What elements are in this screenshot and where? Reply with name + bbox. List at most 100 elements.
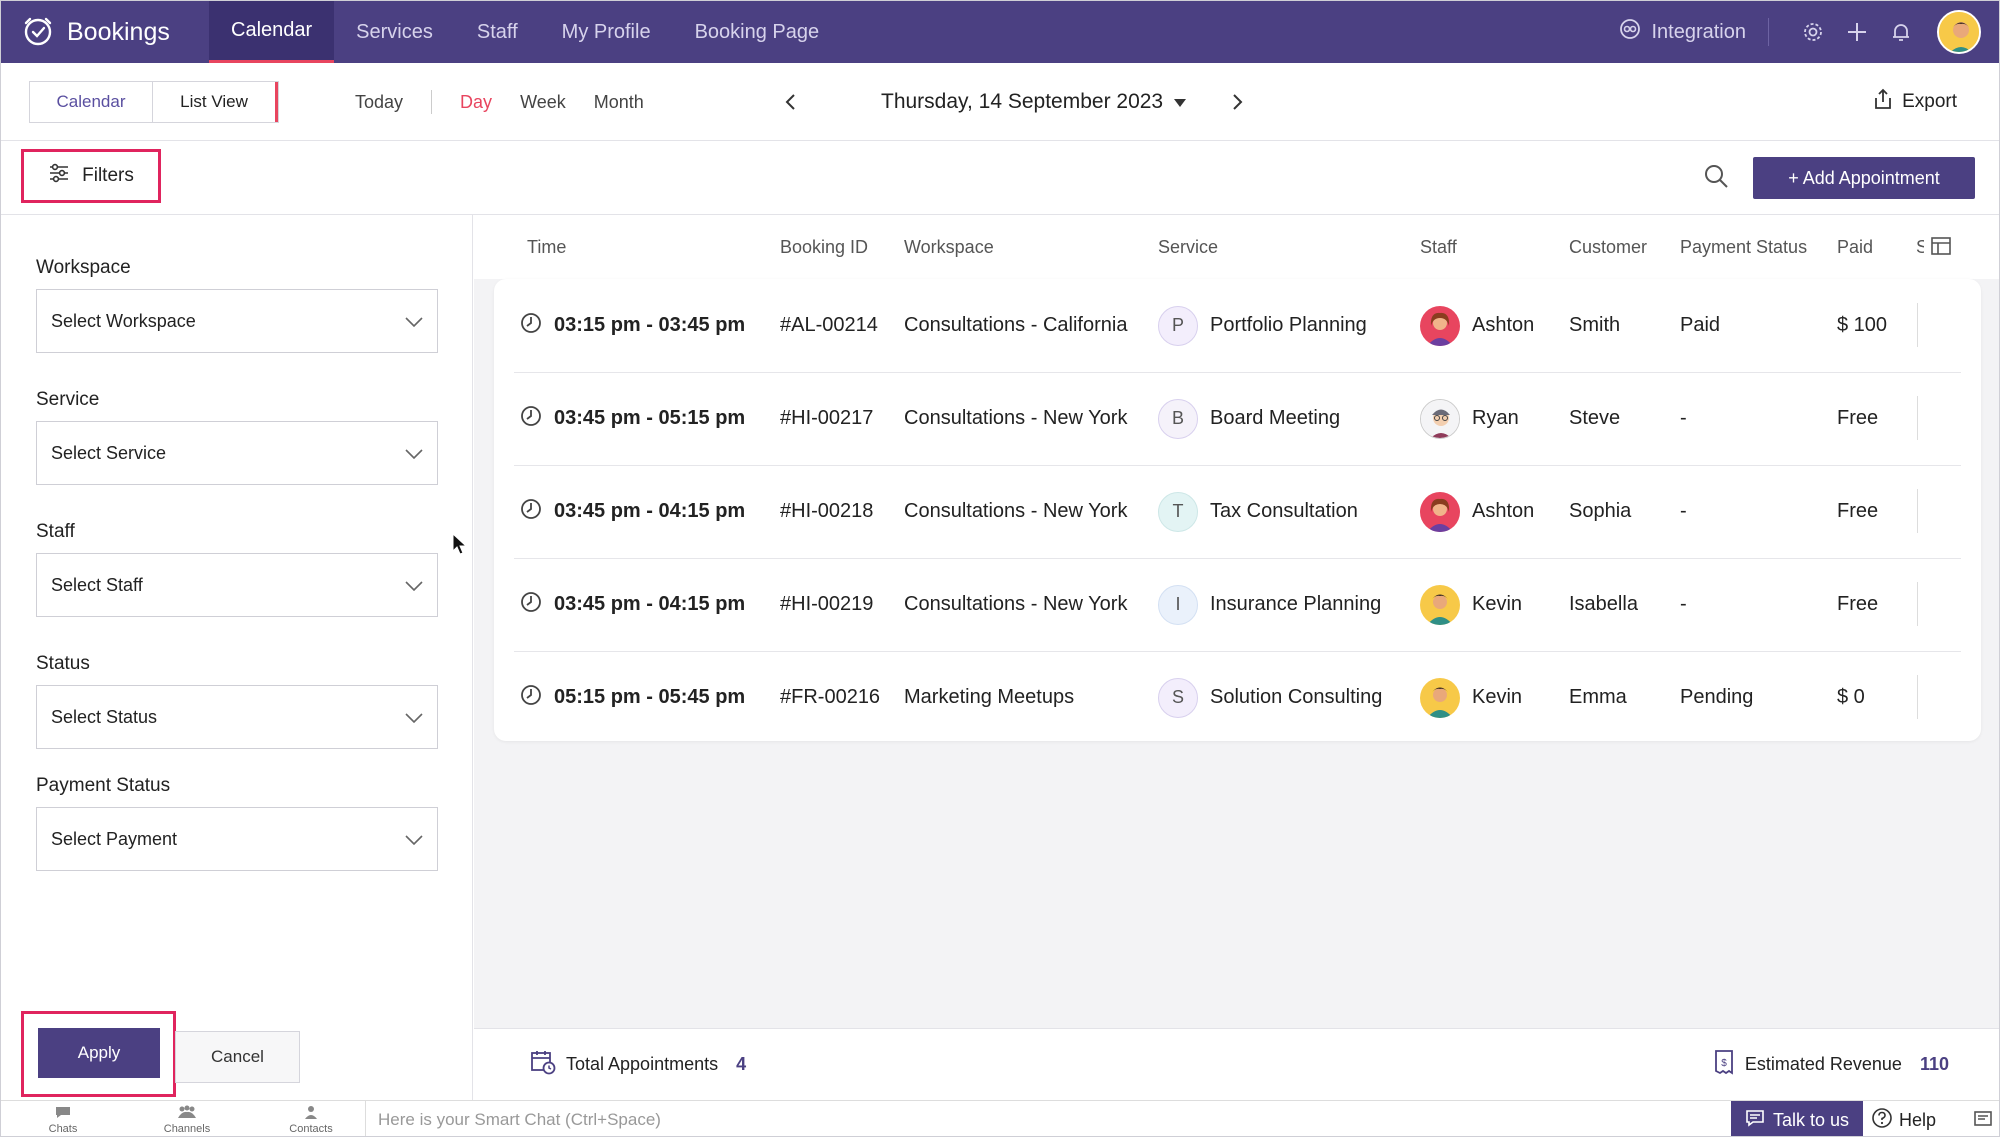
estimated-revenue: $ Estimated Revenue 110 (1713, 1049, 1949, 1080)
staff-label: Staff (36, 521, 75, 542)
list-view-button[interactable]: List View (153, 82, 278, 122)
period-selector: Today Day Week Month (341, 81, 658, 123)
payment-select-value: Select Payment (51, 828, 178, 849)
table-row[interactable]: 03:15 pm - 03:45 pm #AL-00214 Consultati… (494, 279, 1981, 372)
workspace-select[interactable]: Select Workspace (36, 289, 438, 353)
month-tab[interactable]: Month (580, 92, 658, 113)
previous-date-button[interactable] (771, 82, 811, 122)
channels-button[interactable]: Channels (125, 1105, 249, 1135)
estimated-revenue-value: 110 (1919, 1054, 1949, 1074)
status-select[interactable]: Select Status (36, 685, 438, 749)
nav-staff[interactable]: Staff (455, 1, 540, 63)
column-header-service[interactable]: Service (1158, 237, 1218, 258)
payment-status-label: Payment Status (36, 775, 171, 796)
table-row[interactable]: 03:45 pm - 04:15 pm #HI-00219 Consultati… (494, 558, 1981, 651)
table-row[interactable]: 03:45 pm - 04:15 pm #HI-00218 Consultati… (494, 465, 1981, 558)
nav-booking-page[interactable]: Booking Page (673, 1, 842, 63)
staff-avatar (1420, 491, 1460, 532)
export-icon (1872, 88, 1894, 116)
service-select[interactable]: Select Service (36, 421, 438, 485)
nav-services[interactable]: Services (334, 1, 455, 63)
divider (431, 90, 433, 114)
customer-name: Sophia (1569, 500, 1632, 522)
booking-id[interactable]: #HI-00217 (780, 407, 873, 430)
booking-id[interactable]: #FR-00216 (780, 686, 880, 709)
column-header-staff[interactable]: Staff (1420, 237, 1457, 258)
chevron-down-icon (405, 707, 423, 728)
column-header-time[interactable]: Time (527, 237, 566, 258)
divider (1917, 396, 1918, 440)
contact-icon (303, 1105, 319, 1122)
sliders-icon (48, 163, 70, 189)
service-name: Insurance Planning (1210, 593, 1382, 615)
table-row[interactable]: 05:15 pm - 05:45 pm #FR-00216 Marketing … (494, 651, 1981, 744)
payment-status-select[interactable]: Select Payment (36, 807, 438, 871)
calendar-view-button[interactable]: Calendar (30, 82, 153, 122)
column-header-workspace[interactable]: Workspace (904, 237, 994, 258)
status-label: Status (36, 653, 90, 674)
brand[interactable]: Bookings (21, 1, 170, 63)
gear-icon[interactable] (1791, 10, 1835, 54)
top-right-actions: Integration (1619, 1, 1981, 63)
paid-amount: Free (1837, 593, 1879, 615)
booking-id[interactable]: #AL-00214 (780, 314, 878, 337)
column-header-booking-id[interactable]: Booking ID (780, 237, 868, 258)
today-button[interactable]: Today (341, 92, 417, 113)
column-header-paid[interactable]: Paid (1837, 237, 1873, 258)
integration-link[interactable]: Integration (1619, 18, 1769, 46)
plus-icon[interactable] (1835, 10, 1879, 54)
view-toggle: Calendar List View (29, 81, 279, 123)
add-appointment-button[interactable]: + Add Appointment (1753, 157, 1975, 199)
apply-highlight: Apply (21, 1011, 176, 1097)
contacts-button[interactable]: Contacts (249, 1105, 373, 1135)
nav-calendar[interactable]: Calendar (209, 1, 335, 63)
export-button[interactable]: Export (1872, 81, 1957, 123)
week-tab[interactable]: Week (506, 92, 580, 113)
service-cell: T Tax Consultation (1158, 491, 1358, 532)
table-header: Time Booking ID Workspace Service Staff … (474, 215, 1999, 279)
help-button[interactable]: Help (1871, 1101, 1936, 1136)
filters-button[interactable]: Filters (21, 149, 161, 203)
service-initial: B (1158, 398, 1198, 439)
time-cell: 03:45 pm - 04:15 pm (520, 498, 745, 526)
day-tab[interactable]: Day (446, 92, 506, 113)
cancel-button[interactable]: Cancel (175, 1031, 300, 1083)
smart-chat-placeholder: Here is your Smart Chat (Ctrl+Space) (378, 1110, 661, 1129)
workspace-name: Consultations - New York (904, 593, 1128, 615)
chevron-down-icon (405, 829, 423, 850)
column-header-customer[interactable]: Customer (1569, 237, 1647, 258)
column-settings-icon[interactable] (1930, 235, 1952, 262)
smart-chat-input[interactable]: Here is your Smart Chat (Ctrl+Space) (365, 1101, 1731, 1136)
appointments-list: Time Booking ID Workspace Service Staff … (474, 215, 1999, 1028)
table-row[interactable]: 03:45 pm - 05:15 pm #HI-00217 Consultati… (494, 372, 1981, 465)
nav-my-profile[interactable]: My Profile (540, 1, 673, 63)
staff-cell: Ryan (1420, 398, 1519, 439)
staff-cell: Kevin (1420, 584, 1522, 625)
user-avatar[interactable] (1937, 10, 1981, 54)
bottom-bar: Chats Channels Contacts Here is your Sma… (1, 1100, 1999, 1136)
service-initial: I (1158, 584, 1198, 625)
caret-down-icon (1173, 90, 1187, 114)
message-icon[interactable] (1973, 1109, 1993, 1134)
workspace-name: Marketing Meetups (904, 686, 1075, 708)
divider (1917, 582, 1918, 626)
chats-button[interactable]: Chats (1, 1105, 125, 1135)
staff-select[interactable]: Select Staff (36, 553, 438, 617)
date-picker[interactable]: Thursday, 14 September 2023 (881, 90, 1187, 114)
service-select-value: Select Service (51, 442, 167, 463)
column-header-payment-status[interactable]: Payment Status (1680, 237, 1807, 258)
clock-icon (520, 405, 542, 433)
payment-status: - (1680, 407, 1687, 429)
talk-to-us-button[interactable]: Talk to us (1731, 1101, 1863, 1136)
booking-id[interactable]: #HI-00219 (780, 593, 873, 616)
service-label: Service (36, 389, 100, 410)
time-range: 03:15 pm - 03:45 pm (554, 314, 746, 336)
calendar-clock-icon (530, 1049, 556, 1080)
bell-icon[interactable] (1879, 10, 1923, 54)
column-header-truncated[interactable]: S (1916, 237, 1924, 258)
booking-id[interactable]: #HI-00218 (780, 500, 873, 523)
total-appointments-value: 4 (736, 1054, 747, 1074)
apply-button[interactable]: Apply (38, 1028, 160, 1078)
next-date-button[interactable] (1217, 82, 1257, 122)
search-icon[interactable] (1703, 163, 1729, 194)
